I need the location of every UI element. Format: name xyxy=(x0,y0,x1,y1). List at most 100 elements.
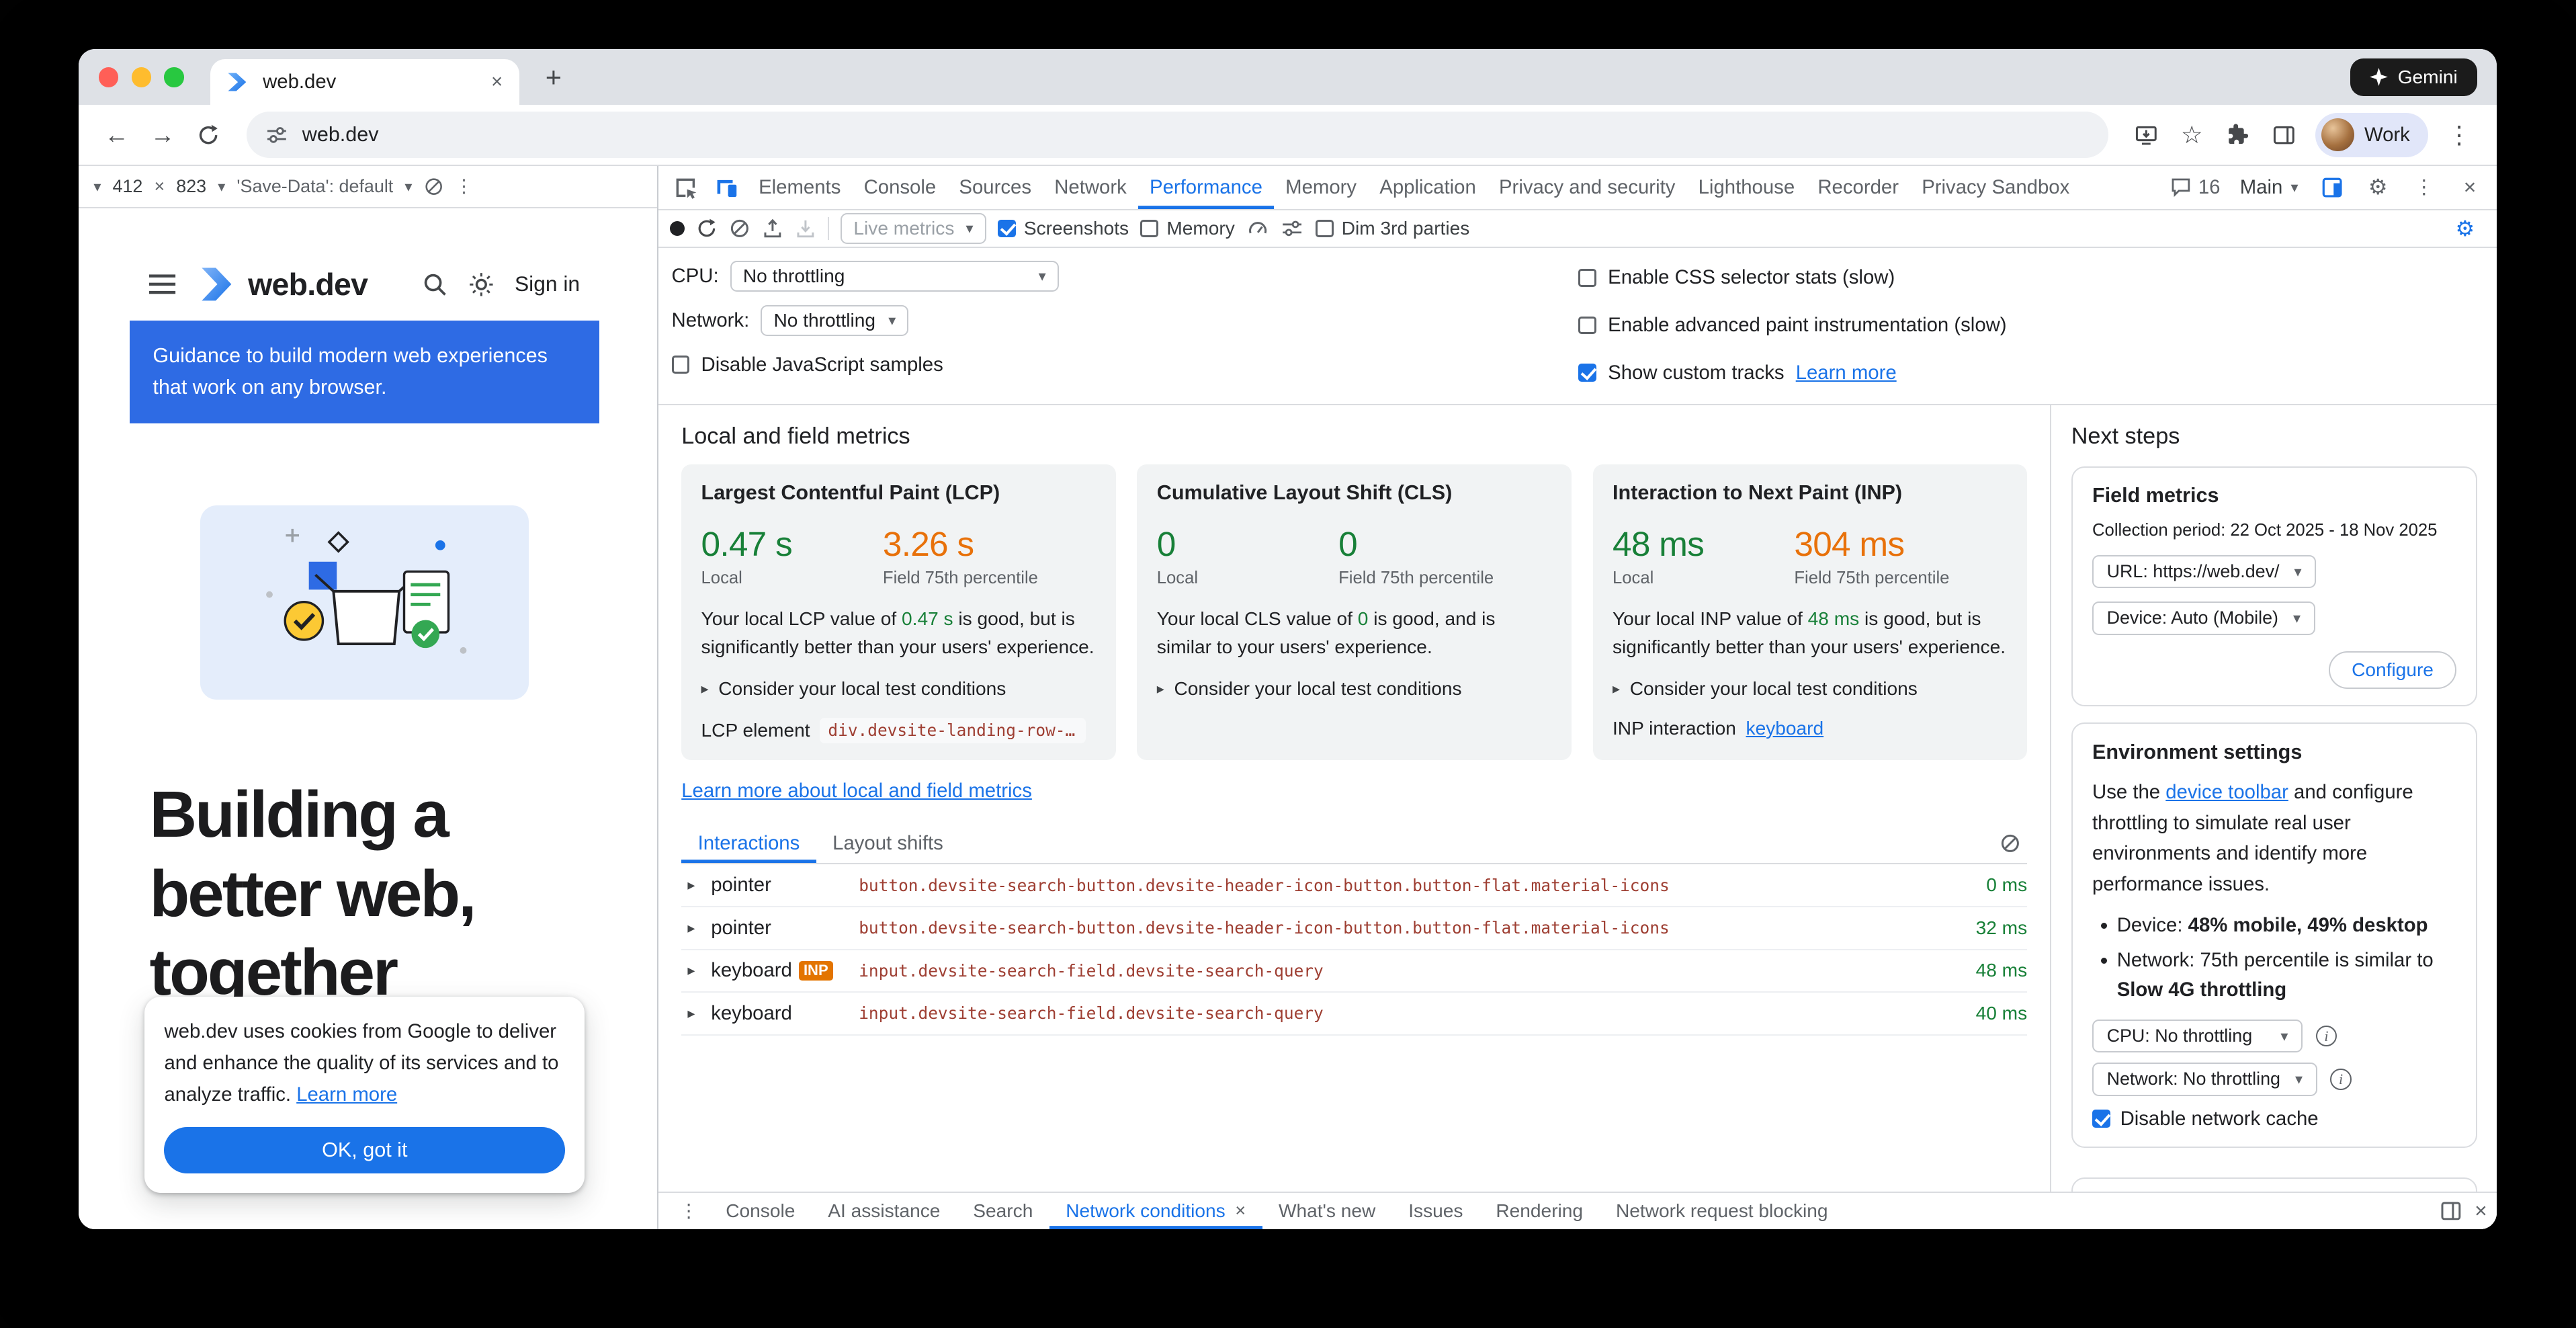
upload-profile-icon[interactable] xyxy=(762,218,783,239)
drawer-close-button[interactable]: × xyxy=(2475,1198,2487,1223)
network-info-icon[interactable]: i xyxy=(2330,1069,2352,1090)
save-profile-icon[interactable] xyxy=(795,218,816,239)
devtools-settings-button[interactable]: ⚙ xyxy=(2358,168,2399,208)
clear-log-icon[interactable] xyxy=(2000,833,2021,854)
record-button[interactable] xyxy=(670,221,685,236)
tab-application[interactable]: Application xyxy=(1368,166,1488,209)
performance-settings-button[interactable]: ⚙ xyxy=(2444,209,2485,249)
minimize-window-button[interactable] xyxy=(132,67,151,87)
disable-js-samples-checkbox[interactable]: Disable JavaScript samples xyxy=(672,348,1579,381)
cpu-gauge-icon[interactable] xyxy=(1246,218,1269,239)
row-expander-icon[interactable]: ▸ xyxy=(681,1005,701,1022)
screenshots-checkbox[interactable]: Screenshots xyxy=(998,218,1129,239)
cls-consider-expander[interactable]: ▸ Consider your local test conditions xyxy=(1157,678,1552,700)
drawer-tab-ai-assistance[interactable]: AI assistance xyxy=(812,1193,957,1229)
interaction-node-link[interactable]: input.devsite-search-field.devsite-searc… xyxy=(859,961,1952,981)
toggle-device-toolbar-button[interactable] xyxy=(706,168,747,208)
network-throttling-select[interactable]: No throttling ▾ xyxy=(761,305,908,336)
dimensions-select-caret[interactable]: ▾ xyxy=(93,178,101,196)
drawer-tab-rendering[interactable]: Rendering xyxy=(1479,1193,1600,1229)
lcp-consider-expander[interactable]: ▸ Consider your local test conditions xyxy=(701,678,1097,700)
custom-tracks-learn-more-link[interactable]: Learn more xyxy=(1796,362,1897,384)
interaction-node-link[interactable]: button.devsite-search-button.devsite-hea… xyxy=(859,876,1963,895)
field-device-select[interactable]: Device: Auto (Mobile) ▾ xyxy=(2092,601,2315,635)
tab-network[interactable]: Network xyxy=(1043,166,1138,209)
tab-interactions[interactable]: Interactions xyxy=(681,823,816,863)
save-data-select[interactable]: 'Save-Data': default xyxy=(237,176,393,197)
tab-privacy-security[interactable]: Privacy and security xyxy=(1488,166,1687,209)
profile-chip[interactable]: Work xyxy=(2315,113,2428,157)
tab-layout-shifts[interactable]: Layout shifts xyxy=(816,823,960,863)
interaction-row[interactable]: ▸ keyboard INP input.devsite-search-fiel… xyxy=(681,950,2027,993)
forward-button[interactable]: → xyxy=(141,114,184,157)
tab-privacy-sandbox[interactable]: Privacy Sandbox xyxy=(1910,166,2081,209)
bookmark-star-icon[interactable]: ☆ xyxy=(2171,114,2214,157)
drawer-menu-button[interactable]: ⋮ xyxy=(669,1191,710,1229)
side-panel-button[interactable] xyxy=(2262,114,2305,157)
zoom-select-caret[interactable]: ▾ xyxy=(218,178,225,196)
issues-counter[interactable]: 16 xyxy=(2164,176,2227,199)
device-toolbar-menu[interactable]: ⋮ xyxy=(455,176,473,197)
search-icon[interactable] xyxy=(423,272,447,297)
browser-menu-button[interactable]: ⋮ xyxy=(2438,114,2481,157)
tab-lighthouse[interactable]: Lighthouse xyxy=(1687,166,1807,209)
back-button[interactable]: ← xyxy=(95,114,138,157)
drawer-tab-search[interactable]: Search xyxy=(957,1193,1049,1229)
lcp-element-node-link[interactable]: div.devsite-landing-row-item-d… xyxy=(820,718,1086,744)
row-expander-icon[interactable]: ▸ xyxy=(681,962,701,979)
tab-elements[interactable]: Elements xyxy=(747,166,852,209)
maximize-window-button[interactable] xyxy=(164,67,183,87)
devtools-close-button[interactable]: × xyxy=(2450,168,2491,208)
drawer-tab-network-request-blocking[interactable]: Network request blocking xyxy=(1600,1193,1844,1229)
gemini-button[interactable]: Gemini xyxy=(2350,58,2477,96)
interaction-node-link[interactable]: button.devsite-search-button.devsite-hea… xyxy=(859,918,1952,938)
cpu-info-icon[interactable]: i xyxy=(2316,1026,2337,1047)
address-bar[interactable]: web.dev xyxy=(247,112,2108,157)
devtools-menu-button[interactable]: ⋮ xyxy=(2403,168,2444,208)
theme-toggle-icon[interactable] xyxy=(469,272,494,297)
inp-interaction-link[interactable]: keyboard xyxy=(1746,718,1824,739)
drawer-dock-icon[interactable] xyxy=(2440,1200,2462,1222)
disable-network-cache-checkbox[interactable]: Disable network cache xyxy=(2092,1108,2456,1130)
tab-close-icon[interactable]: × xyxy=(491,71,503,93)
advanced-paint-checkbox[interactable]: Enable advanced paint instrumentation (s… xyxy=(1578,309,2484,342)
row-expander-icon[interactable]: ▸ xyxy=(681,876,701,894)
interaction-node-link[interactable]: input.devsite-search-field.devsite-searc… xyxy=(859,1003,1952,1023)
throttling-icon[interactable] xyxy=(424,177,443,196)
drawer-tab-whats-new[interactable]: What's new xyxy=(1262,1193,1392,1229)
memory-checkbox[interactable]: Memory xyxy=(1140,218,1235,239)
drawer-tab-close-icon[interactable]: × xyxy=(1235,1200,1246,1221)
tab-memory[interactable]: Memory xyxy=(1274,166,1368,209)
configure-button[interactable]: Configure xyxy=(2329,651,2456,689)
interaction-row[interactable]: ▸ pointer button.devsite-search-button.d… xyxy=(681,864,2027,907)
tab-recorder[interactable]: Recorder xyxy=(1806,166,1910,209)
viewport-height-input[interactable]: 823 xyxy=(176,176,206,197)
cookie-accept-button[interactable]: OK, got it xyxy=(164,1127,565,1173)
custom-tracks-checkbox[interactable]: Show custom tracks Learn more xyxy=(1578,356,2484,389)
record-reload-icon[interactable] xyxy=(696,218,718,239)
network-throttle-icon[interactable] xyxy=(1281,218,1303,239)
tab-console[interactable]: Console xyxy=(852,166,947,209)
install-app-button[interactable] xyxy=(2124,114,2167,157)
viewport-width-input[interactable]: 412 xyxy=(113,176,143,197)
row-expander-icon[interactable]: ▸ xyxy=(681,919,701,937)
hamburger-menu-icon[interactable] xyxy=(149,273,175,296)
site-logo[interactable]: web.dev xyxy=(197,266,368,302)
extensions-button[interactable] xyxy=(2217,114,2260,157)
env-cpu-select[interactable]: CPU: No throttling ▾ xyxy=(2092,1020,2303,1053)
reload-button[interactable] xyxy=(187,114,230,157)
sign-in-link[interactable]: Sign in xyxy=(515,272,580,296)
cpu-throttling-select[interactable]: No throttling ▾ xyxy=(730,261,1059,292)
context-selector[interactable]: Main ▾ xyxy=(2232,176,2307,199)
record-action-button[interactable]: Record ⌘ E xyxy=(2071,1177,2477,1191)
dock-device-button[interactable] xyxy=(2311,168,2352,208)
new-tab-button[interactable]: + xyxy=(532,56,575,99)
cookie-learn-more-link[interactable]: Learn more xyxy=(296,1083,397,1106)
drawer-tab-issues[interactable]: Issues xyxy=(1392,1193,1479,1229)
dim-3rd-parties-checkbox[interactable]: Dim 3rd parties xyxy=(1316,218,1470,239)
close-window-button[interactable] xyxy=(99,67,118,87)
tab-performance[interactable]: Performance xyxy=(1138,166,1274,209)
inp-consider-expander[interactable]: ▸ Consider your local test conditions xyxy=(1613,678,2008,700)
view-mode-select[interactable]: Live metrics ▾ xyxy=(841,213,986,244)
drawer-tab-network-conditions[interactable]: Network conditions × xyxy=(1049,1193,1262,1229)
